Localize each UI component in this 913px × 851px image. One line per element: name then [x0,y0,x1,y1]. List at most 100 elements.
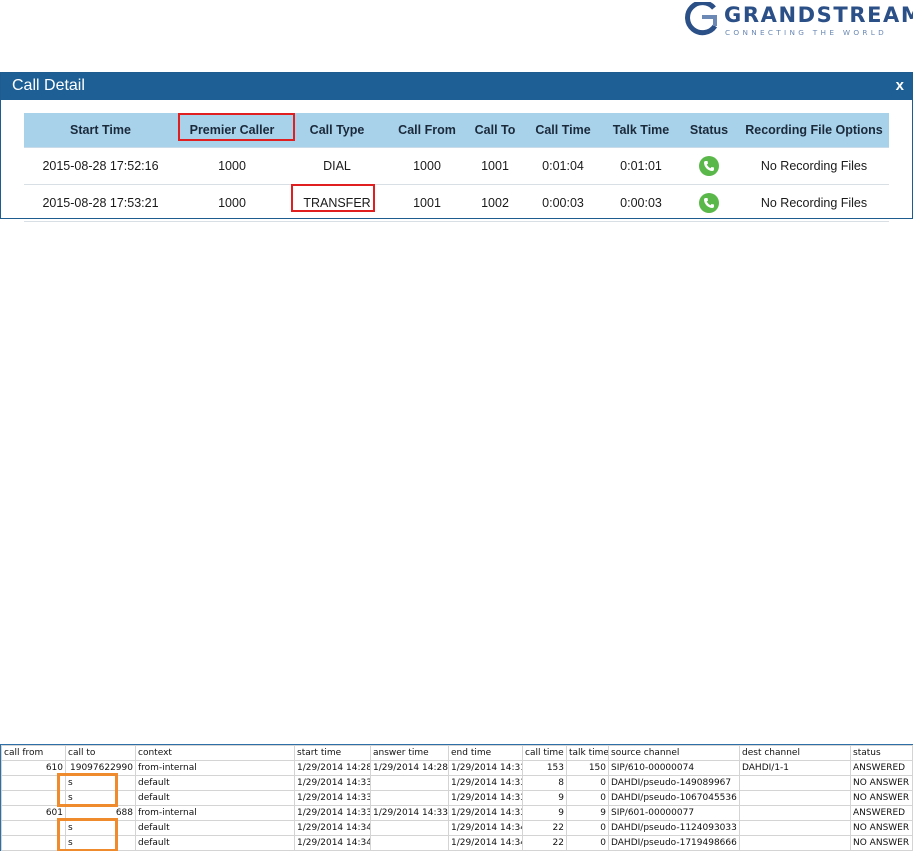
call-to-s-highlight [57,773,118,807]
sheet-header[interactable]: status [850,745,913,761]
header-status[interactable]: Status [679,113,739,148]
sheet-cell[interactable]: 1/29/2014 14:34 [448,835,523,851]
sheet-cell[interactable]: 1/29/2014 14:33 [294,775,371,791]
sheet-cell[interactable] [1,775,66,791]
cell-call-time: 0:01:04 [523,147,603,185]
sheet-cell[interactable] [739,820,851,836]
sheet-row[interactable]: s default 1/29/2014 14:34 1/29/2014 14:3… [1,820,913,836]
sheet-cell[interactable] [1,820,66,836]
sheet-cell[interactable]: 0 [566,835,609,851]
sheet-row[interactable]: 610 19097622990 from-internal 1/29/2014 … [1,760,913,776]
sheet-cell[interactable]: 1/29/2014 14:33 [370,805,449,821]
sheet-cell[interactable]: ANSWERED [850,760,913,776]
cell-talk-time: 0:01:01 [603,147,679,185]
sheet-header[interactable]: context [135,745,295,761]
phone-answered-icon [699,155,719,176]
call-detail-dialog: Call Detail x Start Time Premier Caller … [0,72,913,222]
sheet-header[interactable]: dest channel [739,745,851,761]
sheet-cell[interactable]: SIP/610-00000074 [608,760,740,776]
sheet-cell[interactable]: 8 [522,775,567,791]
sheet-row[interactable]: 601 688 from-internal 1/29/2014 14:33 1/… [1,805,913,821]
sheet-row[interactable]: s default 1/29/2014 14:33 1/29/2014 14:3… [1,775,913,791]
sheet-cell[interactable] [739,790,851,806]
sheet-cell[interactable]: NO ANSWER [850,775,913,791]
cell-status [679,184,739,222]
sheet-cell[interactable] [1,835,66,851]
sheet-header[interactable]: source channel [608,745,740,761]
sheet-row[interactable]: s default 1/29/2014 14:34 1/29/2014 14:3… [1,835,913,851]
sheet-cell[interactable]: SIP/601-00000077 [608,805,740,821]
sheet-header[interactable]: call from [1,745,66,761]
sheet-cell[interactable]: DAHDI/pseudo-149089967 [608,775,740,791]
sheet-cell[interactable]: 610 [1,760,66,776]
logo-tagline: CONNECTING THE WORLD [725,28,888,37]
sheet-cell[interactable]: 1/29/2014 14:28 [294,760,371,776]
cell-talk-time: 0:00:03 [603,184,679,222]
sheet-header[interactable]: start time [294,745,371,761]
sheet-cell[interactable] [370,790,449,806]
sheet-cell[interactable]: 1/29/2014 14:33 [294,790,371,806]
header-talk-time[interactable]: Talk Time [603,113,679,148]
sheet-cell[interactable]: 1/29/2014 14:34 [448,820,523,836]
sheet-row[interactable]: s default 1/29/2014 14:33 1/29/2014 14:3… [1,790,913,806]
cell-call-from: 1000 [387,147,467,185]
sheet-cell[interactable]: 0 [566,790,609,806]
sheet-cell[interactable] [370,775,449,791]
header-call-from[interactable]: Call From [387,113,467,148]
sheet-cell[interactable] [370,835,449,851]
sheet-cell[interactable]: 1/29/2014 14:33 [448,790,523,806]
sheet-cell[interactable]: DAHDI/1-1 [739,760,851,776]
close-button[interactable]: x [896,77,904,94]
sheet-header[interactable]: call time [522,745,567,761]
sheet-cell[interactable]: 1/29/2014 14:34 [294,820,371,836]
sheet-cell[interactable]: 1/29/2014 14:31 [448,760,523,776]
sheet-header[interactable]: end time [448,745,523,761]
sheet-cell[interactable]: ANSWERED [850,805,913,821]
sheet-cell[interactable]: 1/29/2014 14:34 [294,835,371,851]
sheet-cell[interactable] [739,775,851,791]
sheet-header[interactable]: talk time [566,745,609,761]
sheet-cell[interactable]: default [135,835,295,851]
sheet-cell[interactable]: 1/29/2014 14:28 [370,760,449,776]
sheet-cell[interactable]: 153 [522,760,567,776]
sheet-cell[interactable]: from-internal [135,760,295,776]
sheet-cell[interactable] [370,820,449,836]
sheet-cell[interactable]: 150 [566,760,609,776]
sheet-cell[interactable]: default [135,775,295,791]
sheet-cell[interactable]: NO ANSWER [850,790,913,806]
sheet-cell[interactable] [739,805,851,821]
sheet-cell[interactable]: 9 [566,805,609,821]
call-to-s-highlight [57,818,118,851]
sheet-cell[interactable] [1,790,66,806]
sheet-cell[interactable]: 9 [522,790,567,806]
sheet-cell[interactable]: default [135,790,295,806]
cell-call-to: 1002 [467,184,523,222]
sheet-cell[interactable]: 1/29/2014 14:33 [294,805,371,821]
sheet-cell[interactable]: 0 [566,775,609,791]
sheet-cell[interactable]: default [135,820,295,836]
sheet-header[interactable]: call to [65,745,136,761]
sheet-cell[interactable]: 9 [522,805,567,821]
header-call-type[interactable]: Call Type [287,113,387,148]
header-call-time[interactable]: Call Time [523,113,603,148]
sheet-cell[interactable]: 1/29/2014 14:33 [448,805,523,821]
header-start-time[interactable]: Start Time [24,113,177,148]
cell-recording: No Recording Files [739,147,889,185]
sheet-header[interactable]: answer time [370,745,449,761]
sheet-cell[interactable]: 22 [522,835,567,851]
sheet-cell[interactable] [739,835,851,851]
sheet-cell[interactable]: 0 [566,820,609,836]
sheet-cell[interactable]: DAHDI/pseudo-1067045536 [608,790,740,806]
sheet-cell[interactable]: 1/29/2014 14:33 [448,775,523,791]
sheet-cell[interactable]: from-internal [135,805,295,821]
table-row[interactable]: 2015-08-28 17:53:21 1000 TRANSFER 1001 1… [24,184,889,222]
sheet-cell[interactable]: NO ANSWER [850,835,913,851]
header-call-to[interactable]: Call To [467,113,523,148]
sheet-cell[interactable]: DAHDI/pseudo-1124093033 [608,820,740,836]
sheet-cell[interactable]: 22 [522,820,567,836]
sheet-cell[interactable]: DAHDI/pseudo-1719498666 [608,835,740,851]
call-detail-table: Start Time Premier Caller Call Type Call… [24,113,889,222]
sheet-cell[interactable]: 601 [1,805,66,821]
table-row[interactable]: 2015-08-28 17:52:16 1000 DIAL 1000 1001 … [24,147,889,185]
sheet-cell[interactable]: NO ANSWER [850,820,913,836]
